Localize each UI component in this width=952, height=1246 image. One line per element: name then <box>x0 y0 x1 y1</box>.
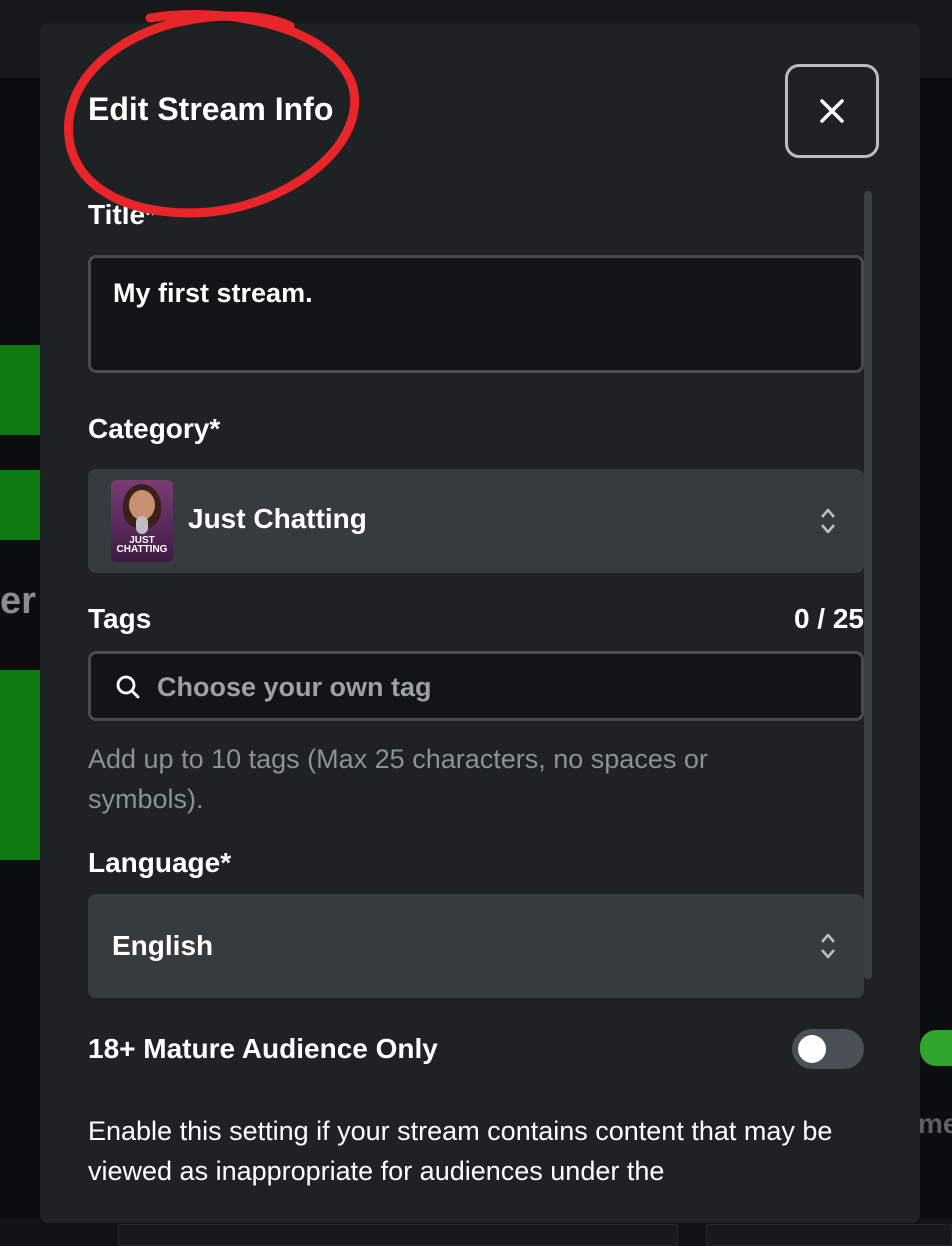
title-input[interactable]: My first stream. <box>88 255 864 373</box>
language-value: English <box>112 930 214 961</box>
tags-counter: 0 / 25 <box>793 603 864 634</box>
tag-search-input[interactable]: Choose your own tag <box>88 651 864 721</box>
tag-input-placeholder: Choose your own tag <box>157 672 432 702</box>
toggle-knob <box>798 1035 826 1063</box>
language-select[interactable]: English <box>88 894 864 998</box>
mature-audience-label: 18+ Mature Audience Only <box>88 1033 438 1064</box>
background-green-block <box>0 470 40 540</box>
title-input-value: My first stream. <box>113 278 313 308</box>
title-label: Title* <box>88 199 156 230</box>
background-text-fragment: er <box>0 580 36 622</box>
background-mascot-icon <box>920 1030 952 1066</box>
modal-title: Edit Stream Info <box>88 91 334 127</box>
search-icon <box>116 675 140 699</box>
background-cell <box>118 1224 678 1246</box>
edit-stream-info-modal: Edit Stream Info Title* My first stream.… <box>40 23 920 1223</box>
category-value: Just Chatting <box>188 503 367 534</box>
close-icon <box>820 99 844 123</box>
background-green-block <box>0 345 40 435</box>
category-label: Category* <box>88 413 221 444</box>
close-button[interactable] <box>785 64 879 158</box>
scrollbar[interactable] <box>864 191 872 979</box>
mature-audience-toggle[interactable] <box>792 1029 864 1069</box>
tags-helper-text: Add up to 10 tags (Max 25 characters, no… <box>88 744 708 814</box>
background-text-fragment: me <box>918 1108 952 1139</box>
category-thumbnail-text: JUST CHATTING <box>116 535 168 555</box>
language-label: Language* <box>88 847 232 878</box>
background-cell <box>706 1224 952 1246</box>
tags-label: Tags <box>88 603 152 634</box>
background-green-block <box>0 670 40 860</box>
mature-audience-description: Enable this setting if your stream conta… <box>88 1116 833 1186</box>
category-select[interactable]: JUST CHATTING Just Chatting <box>88 469 864 573</box>
category-thumbnail: JUST CHATTING <box>111 480 173 562</box>
chevron-updown-icon <box>821 508 835 534</box>
chevron-updown-icon <box>821 933 835 959</box>
thumbnail-microphone <box>136 516 148 534</box>
